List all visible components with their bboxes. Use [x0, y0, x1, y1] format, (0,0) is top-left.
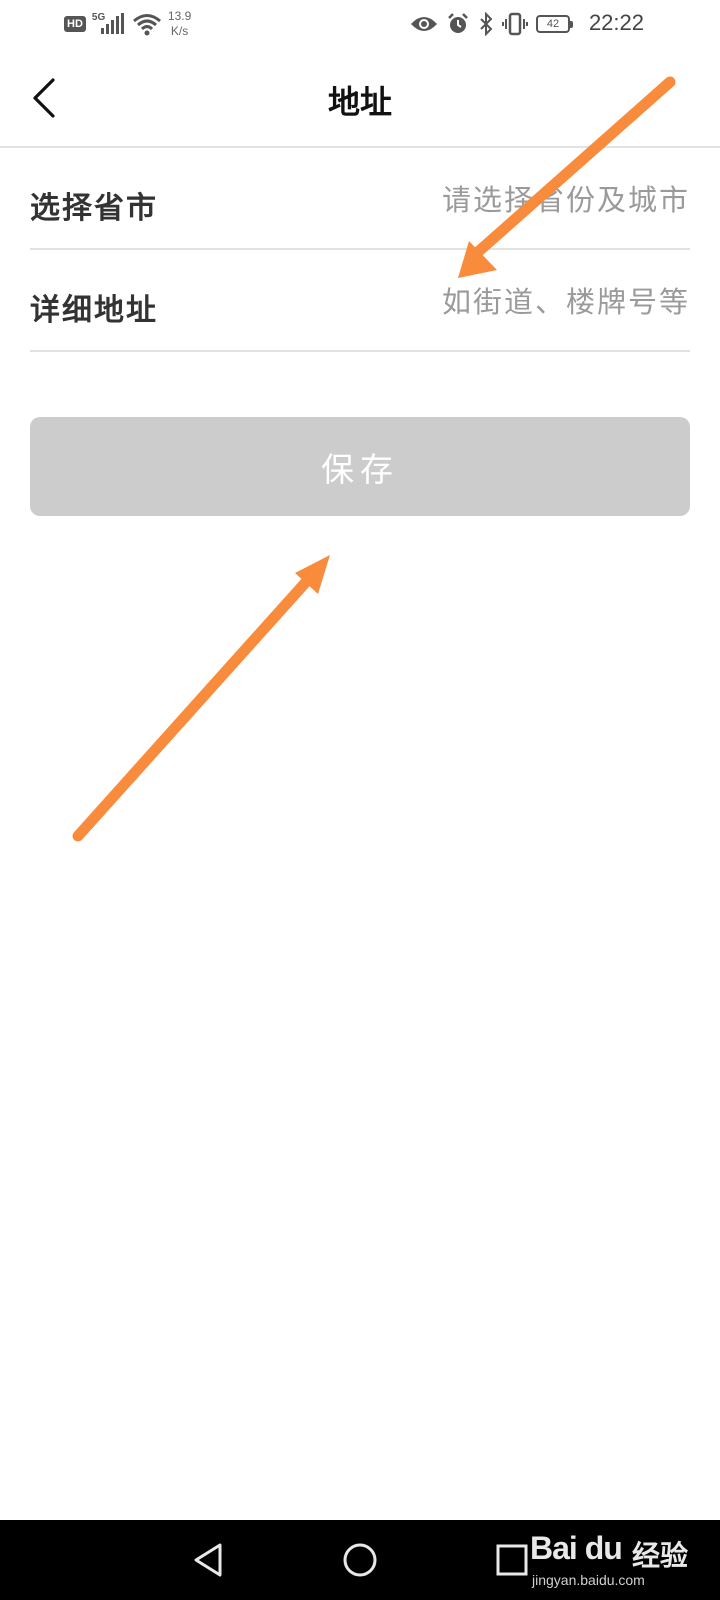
back-triangle-icon	[194, 1543, 222, 1577]
speed-value: 13.9	[167, 9, 192, 23]
detail-address-row: 详细地址	[30, 252, 690, 352]
status-bar-right: 42	[410, 8, 573, 40]
battery-icon: 42	[536, 15, 573, 33]
hd-icon: HD	[64, 16, 86, 32]
province-city-label: 选择省市	[30, 191, 158, 226]
status-time: 22:22	[588, 10, 644, 35]
province-city-select[interactable]	[390, 180, 690, 220]
speed-unit: K/s	[170, 24, 189, 38]
alarm-icon	[448, 13, 468, 33]
arrow-to-save-button	[72, 555, 330, 842]
watermark-brand: 经验	[632, 1539, 689, 1572]
watermark-url: jingyan.baidu.com	[532, 1572, 645, 1588]
nav-home-button[interactable]	[338, 1538, 382, 1582]
bluetooth-icon	[480, 12, 493, 36]
save-button[interactable]: 保存	[30, 417, 690, 516]
battery-level: 42	[546, 18, 560, 30]
home-circle-icon	[343, 1543, 377, 1577]
province-city-row[interactable]: 选择省市	[30, 150, 690, 250]
watermark-logo: Bai du	[530, 1530, 623, 1566]
detail-address-label: 详细地址	[30, 293, 158, 328]
eye-icon	[411, 17, 437, 31]
vibrate-icon	[502, 12, 528, 36]
system-nav-bar: Bai du 经验 jingyan.baidu.com	[0, 1520, 720, 1600]
detail-address-input[interactable]	[390, 282, 690, 322]
status-bar: HD 5G 13.9 K/s 42 22:22	[0, 0, 720, 48]
wifi-icon	[132, 14, 161, 36]
network-speed: 13.9 K/s	[168, 9, 191, 39]
status-bar-left: HD 5G 13.9 K/s	[64, 8, 191, 40]
baidu-jingyan-watermark: Bai du 经验 jingyan.baidu.com	[530, 1528, 706, 1592]
app-header: 地址	[0, 48, 720, 148]
signal-icon: 5G	[92, 12, 126, 36]
nav-back-button[interactable]	[186, 1538, 230, 1582]
recents-square-icon	[496, 1544, 528, 1576]
nav-recents-button[interactable]	[490, 1538, 534, 1582]
page-title: 地址	[327, 83, 392, 121]
